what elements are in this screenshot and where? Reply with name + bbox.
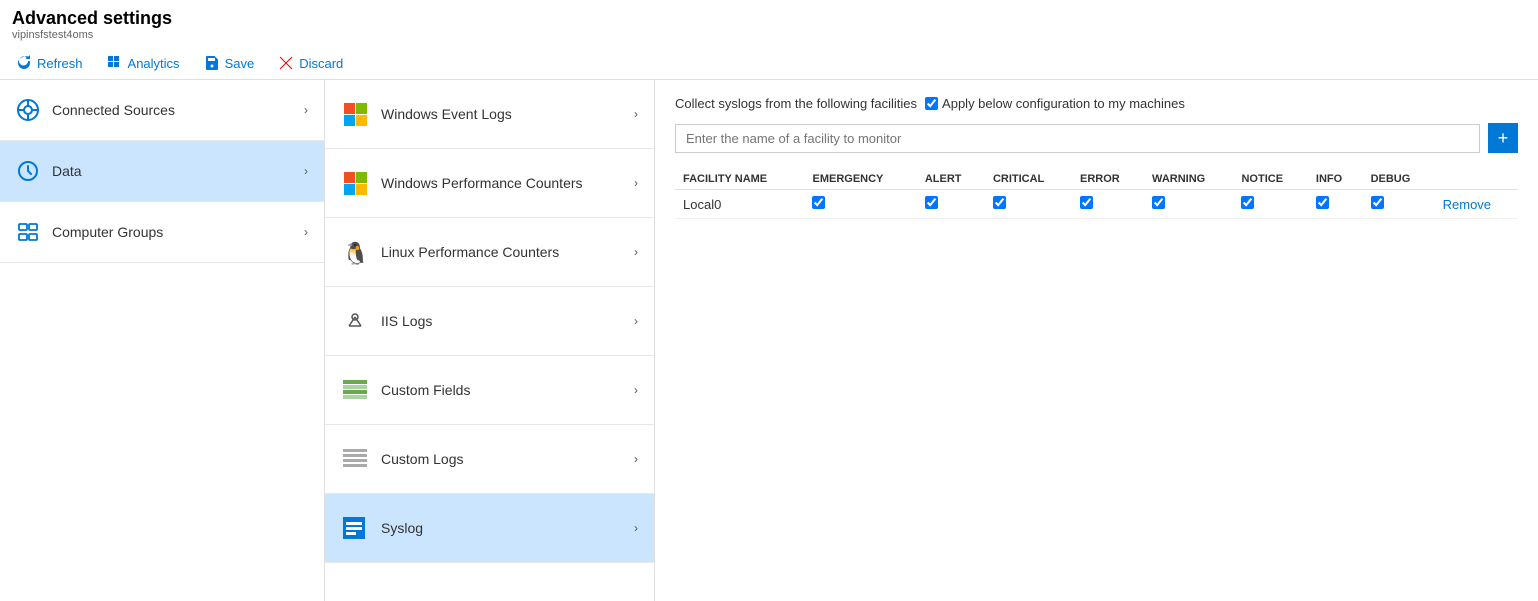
notice-cell[interactable] xyxy=(1233,190,1307,219)
middle-panel: Windows Event Logs › Windows Performance… xyxy=(325,80,655,601)
sidebar-item-connected-sources[interactable]: Connected Sources › xyxy=(0,80,324,141)
main-container: Connected Sources › Data › xyxy=(0,80,1538,601)
emergency-cell[interactable] xyxy=(804,190,916,219)
col-notice: NOTICE xyxy=(1233,169,1307,190)
error-checkbox[interactable] xyxy=(1080,196,1093,209)
table-row: Local0 Remove xyxy=(675,190,1518,219)
middle-item-custom-fields[interactable]: Custom Fields › xyxy=(325,356,654,425)
middle-item-custom-logs[interactable]: Custom Logs › xyxy=(325,425,654,494)
col-actions xyxy=(1435,169,1518,190)
chevron-right-icon: › xyxy=(634,452,638,466)
syslog-icon xyxy=(341,514,369,542)
col-emergency: EMERGENCY xyxy=(804,169,916,190)
iis-logs-icon xyxy=(341,307,369,335)
refresh-icon xyxy=(16,55,32,71)
middle-item-label: Custom Logs xyxy=(381,451,463,467)
chevron-right-icon: › xyxy=(634,314,638,328)
chevron-right-icon: › xyxy=(304,164,308,178)
connected-sources-icon xyxy=(16,98,40,122)
custom-fields-icon xyxy=(341,376,369,404)
middle-item-label: Windows Performance Counters xyxy=(381,175,583,191)
critical-cell[interactable] xyxy=(985,190,1072,219)
windows-performance-icon xyxy=(341,169,369,197)
chevron-right-icon: › xyxy=(634,383,638,397)
col-info: INFO xyxy=(1308,169,1363,190)
middle-item-label: Custom Fields xyxy=(381,382,470,398)
facility-table: FACILITY NAME EMERGENCY ALERT CRITICAL E… xyxy=(675,169,1518,219)
discard-icon xyxy=(278,55,294,71)
middle-item-iis-logs[interactable]: IIS Logs › xyxy=(325,287,654,356)
analytics-button[interactable]: Analytics xyxy=(103,53,184,73)
custom-logs-icon xyxy=(341,445,369,473)
col-warning: WARNING xyxy=(1144,169,1233,190)
toolbar: Refresh Analytics Save Discard xyxy=(12,47,1526,79)
facility-input-row: + xyxy=(675,123,1518,153)
middle-item-label: Windows Event Logs xyxy=(381,106,512,122)
computer-groups-icon xyxy=(16,220,40,244)
middle-item-label: IIS Logs xyxy=(381,313,432,329)
chevron-right-icon: › xyxy=(634,521,638,535)
critical-checkbox[interactable] xyxy=(993,196,1006,209)
middle-item-windows-performance-counters[interactable]: Windows Performance Counters › xyxy=(325,149,654,218)
info-cell[interactable] xyxy=(1308,190,1363,219)
col-alert: ALERT xyxy=(917,169,985,190)
discard-button[interactable]: Discard xyxy=(274,53,347,73)
table-header-row: FACILITY NAME EMERGENCY ALERT CRITICAL E… xyxy=(675,169,1518,190)
middle-item-syslog[interactable]: Syslog › xyxy=(325,494,654,563)
col-facility-name: FACILITY NAME xyxy=(675,169,804,190)
remove-button[interactable]: Remove xyxy=(1443,197,1491,212)
col-debug: DEBUG xyxy=(1363,169,1435,190)
apply-checkbox-label[interactable]: Apply below configuration to my machines xyxy=(925,96,1185,111)
page-title: Advanced settings xyxy=(12,8,1526,29)
middle-item-label: Syslog xyxy=(381,520,423,536)
alert-checkbox[interactable] xyxy=(925,196,938,209)
col-critical: CRITICAL xyxy=(985,169,1072,190)
emergency-checkbox[interactable] xyxy=(812,196,825,209)
windows-event-logs-icon xyxy=(341,100,369,128)
debug-checkbox[interactable] xyxy=(1371,196,1384,209)
add-facility-button[interactable]: + xyxy=(1488,123,1518,153)
alert-cell[interactable] xyxy=(917,190,985,219)
middle-item-linux-performance-counters[interactable]: 🐧 Linux Performance Counters › xyxy=(325,218,654,287)
col-error: ERROR xyxy=(1072,169,1144,190)
chevron-right-icon: › xyxy=(634,176,638,190)
facility-name-cell: Local0 xyxy=(675,190,804,219)
chevron-right-icon: › xyxy=(304,103,308,117)
sidebar-item-label: Computer Groups xyxy=(52,224,163,240)
info-checkbox[interactable] xyxy=(1316,196,1329,209)
chevron-right-icon: › xyxy=(634,107,638,121)
sidebar: Connected Sources › Data › xyxy=(0,80,325,601)
save-icon xyxy=(204,55,220,71)
data-icon xyxy=(16,159,40,183)
remove-cell[interactable]: Remove xyxy=(1435,190,1518,219)
linux-icon: 🐧 xyxy=(341,238,369,266)
notice-checkbox[interactable] xyxy=(1241,196,1254,209)
header: Advanced settings vipinsfstest4oms Refre… xyxy=(0,0,1538,80)
workspace-subtitle: vipinsfstest4oms xyxy=(12,29,1526,41)
analytics-icon xyxy=(107,55,123,71)
error-cell[interactable] xyxy=(1072,190,1144,219)
collect-text: Collect syslogs from the following facil… xyxy=(675,96,917,111)
warning-cell[interactable] xyxy=(1144,190,1233,219)
sidebar-item-computer-groups[interactable]: Computer Groups › xyxy=(0,202,324,263)
facility-name-input[interactable] xyxy=(675,124,1480,153)
chevron-right-icon: › xyxy=(634,245,638,259)
save-button[interactable]: Save xyxy=(200,53,259,73)
sidebar-item-data[interactable]: Data › xyxy=(0,141,324,202)
apply-checkbox[interactable] xyxy=(925,97,938,110)
refresh-button[interactable]: Refresh xyxy=(12,53,87,73)
chevron-right-icon: › xyxy=(304,225,308,239)
debug-cell[interactable] xyxy=(1363,190,1435,219)
collect-header: Collect syslogs from the following facil… xyxy=(675,96,1518,111)
svg-text:🐧: 🐧 xyxy=(342,241,368,265)
middle-item-windows-event-logs[interactable]: Windows Event Logs › xyxy=(325,80,654,149)
sidebar-item-label: Data xyxy=(52,163,82,179)
sidebar-item-label: Connected Sources xyxy=(52,102,175,118)
apply-label-text: Apply below configuration to my machines xyxy=(942,96,1185,111)
middle-item-label: Linux Performance Counters xyxy=(381,244,559,260)
warning-checkbox[interactable] xyxy=(1152,196,1165,209)
content-panel: Collect syslogs from the following facil… xyxy=(655,80,1538,601)
